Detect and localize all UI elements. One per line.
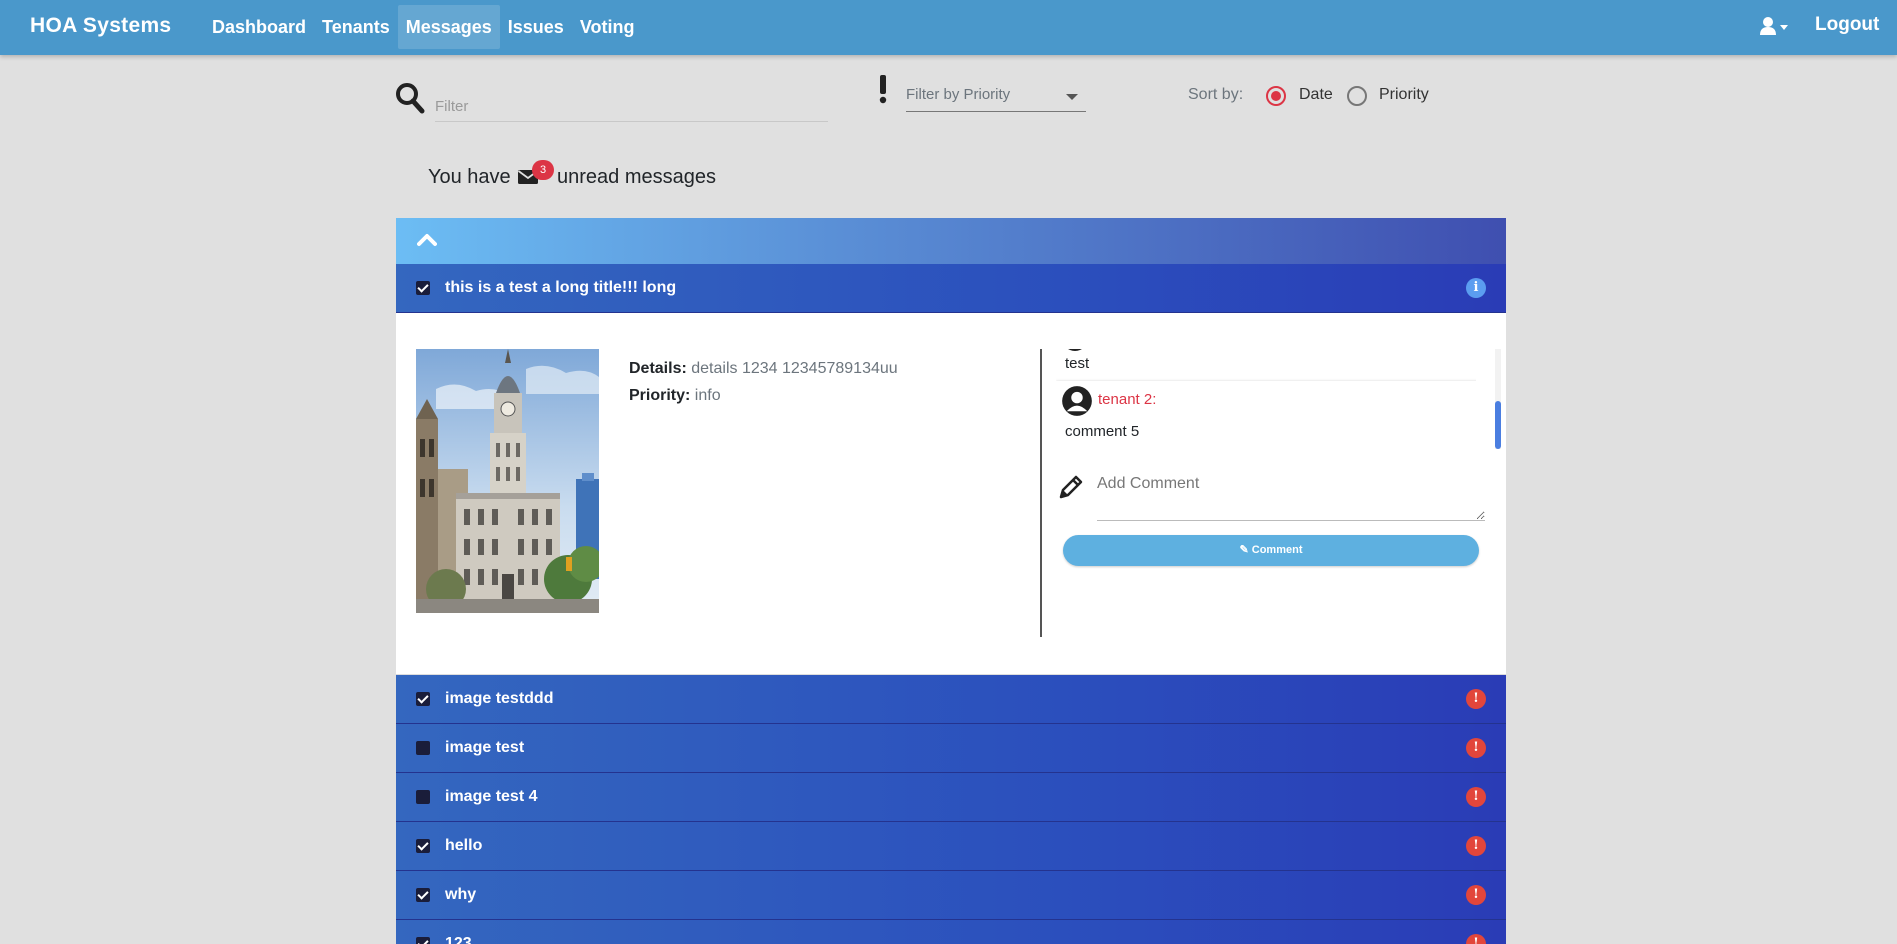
message-header[interactable]: image test 4 ! bbox=[396, 773, 1506, 822]
collapse-all-toggle[interactable] bbox=[396, 218, 1506, 264]
search-icon bbox=[396, 83, 425, 114]
filter-input[interactable] bbox=[435, 92, 828, 122]
nav-issues[interactable]: Issues bbox=[500, 5, 572, 49]
comment-card: tenant 2: comment 5 bbox=[1056, 381, 1476, 449]
messages-accordion: this is a test a long title!!! long i De… bbox=[396, 218, 1506, 944]
sort-date-label[interactable]: Date bbox=[1299, 86, 1333, 104]
message-header-expanded[interactable]: this is a test a long title!!! long i bbox=[396, 264, 1506, 313]
comment-button[interactable]: ✎ Comment bbox=[1063, 535, 1479, 566]
comment-text: comment 5 bbox=[1065, 423, 1140, 440]
add-comment-textarea[interactable] bbox=[1097, 471, 1485, 521]
avatar-icon bbox=[1062, 386, 1092, 416]
message-title: why bbox=[445, 886, 477, 903]
comment-text: test bbox=[1065, 355, 1090, 372]
alert-icon: ! bbox=[1466, 934, 1486, 944]
brand-logo[interactable]: HOA Systems bbox=[30, 14, 171, 38]
pencil-icon: ✎ bbox=[1239, 544, 1249, 556]
message-title: this is a test a long title!!! long bbox=[445, 279, 677, 296]
message-details: Details: details 1234 12345789134uu Prio… bbox=[629, 355, 898, 409]
unread-prefix: You have bbox=[428, 166, 511, 188]
message-header[interactable]: hello ! bbox=[396, 822, 1506, 871]
message-checkbox[interactable] bbox=[416, 888, 430, 902]
pencil-icon bbox=[1059, 475, 1083, 499]
comment-button-label: Comment bbox=[1251, 544, 1303, 556]
message-header[interactable]: image test ! bbox=[396, 724, 1506, 773]
logout-link[interactable]: Logout bbox=[1815, 14, 1879, 36]
nav-links: Dashboard Tenants Messages Issues Voting bbox=[204, 5, 642, 49]
message-header[interactable]: 123 ! bbox=[396, 920, 1506, 944]
info-icon: i bbox=[1466, 278, 1486, 298]
divider bbox=[1040, 349, 1042, 637]
priority-label: Priority: bbox=[629, 387, 691, 404]
sort-priority-radio[interactable] bbox=[1347, 86, 1367, 106]
message-checkbox[interactable] bbox=[416, 741, 430, 755]
comments-scrollbar[interactable] bbox=[1495, 349, 1501, 449]
priority-filter-select[interactable]: Filter by Priority bbox=[906, 82, 1086, 112]
alert-icon: ! bbox=[1466, 738, 1486, 758]
message-photo bbox=[416, 349, 599, 613]
message-checkbox[interactable] bbox=[416, 839, 430, 853]
nav-tenants[interactable]: Tenants bbox=[314, 5, 398, 49]
message-checkbox[interactable] bbox=[416, 937, 430, 944]
priority-value: info bbox=[694, 387, 721, 404]
chevron-up-icon bbox=[417, 234, 437, 246]
caret-down-icon bbox=[1780, 25, 1788, 30]
message-title: 123 bbox=[445, 935, 472, 944]
message-body: Details: details 1234 12345789134uu Prio… bbox=[396, 313, 1506, 675]
exclamation-icon bbox=[879, 75, 887, 104]
details-value: details 1234 12345789134uu bbox=[691, 360, 898, 377]
unread-suffix: unread messages bbox=[557, 166, 716, 188]
details-label: Details: bbox=[629, 360, 687, 377]
message-checkbox[interactable] bbox=[416, 281, 430, 295]
nav-dashboard[interactable]: Dashboard bbox=[204, 5, 314, 49]
comment-author: tenant 2: bbox=[1098, 391, 1157, 408]
message-title: hello bbox=[445, 837, 483, 854]
unread-count-badge: 3 bbox=[532, 160, 554, 180]
message-checkbox[interactable] bbox=[416, 790, 430, 804]
alert-icon: ! bbox=[1466, 836, 1486, 856]
comment-card: test bbox=[1056, 349, 1476, 381]
alert-icon: ! bbox=[1466, 689, 1486, 709]
avatar-icon bbox=[1068, 349, 1082, 351]
message-title: image test bbox=[445, 739, 525, 756]
priority-filter-placeholder: Filter by Priority bbox=[906, 86, 1011, 103]
message-title: image test 4 bbox=[445, 788, 538, 805]
navbar: HOA Systems Dashboard Tenants Messages I… bbox=[0, 0, 1897, 55]
sort-by-label: Sort by: bbox=[1188, 86, 1244, 103]
scrollbar-thumb[interactable] bbox=[1495, 401, 1501, 449]
alert-icon: ! bbox=[1466, 885, 1486, 905]
sort-date-radio[interactable] bbox=[1266, 86, 1286, 106]
user-menu-dropdown[interactable] bbox=[1760, 16, 1790, 40]
message-checkbox[interactable] bbox=[416, 692, 430, 706]
user-icon bbox=[1760, 17, 1788, 35]
nav-voting[interactable]: Voting bbox=[572, 5, 643, 49]
message-title: image testddd bbox=[445, 690, 554, 707]
nav-messages[interactable]: Messages bbox=[397, 5, 500, 49]
comments-list[interactable]: test tenant 2: comment 5 bbox=[1056, 349, 1476, 449]
alert-icon: ! bbox=[1466, 787, 1486, 807]
message-header[interactable]: why ! bbox=[396, 871, 1506, 920]
message-header[interactable]: image testddd ! bbox=[396, 675, 1506, 724]
sort-priority-label[interactable]: Priority bbox=[1379, 86, 1429, 104]
chevron-down-icon bbox=[1066, 94, 1078, 100]
